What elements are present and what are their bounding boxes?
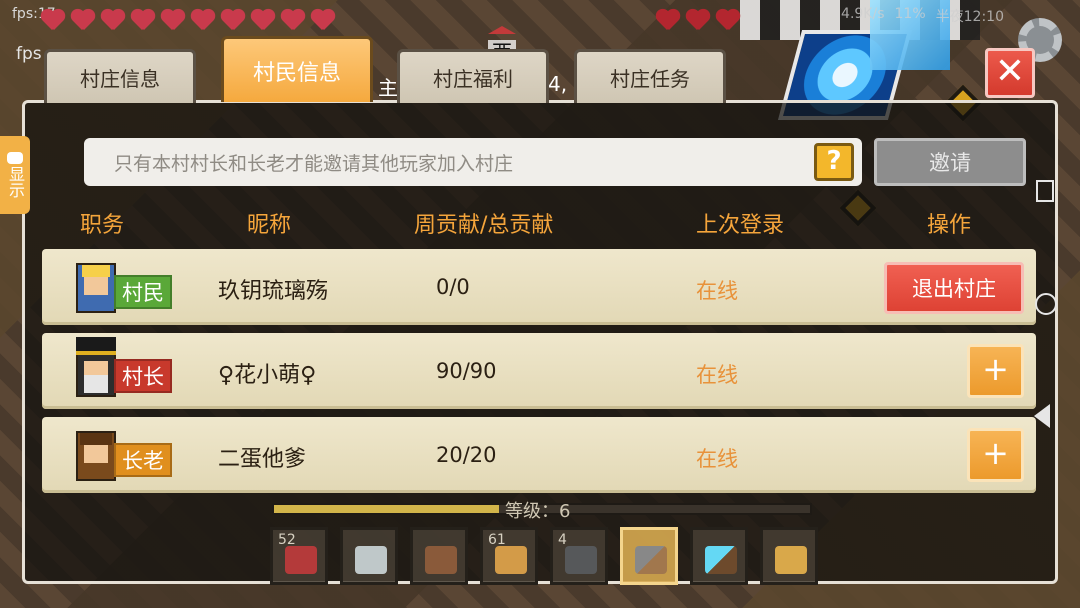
potato-icon <box>495 546 527 574</box>
tab-villager-info[interactable]: 村民信息 <box>221 36 373 102</box>
column-header-last-login: 上次登录 <box>696 213 785 238</box>
invite-input[interactable]: 只有本村村长和长老才能邀请其他玩家加入村庄 <box>84 138 862 186</box>
map-icon <box>355 546 387 574</box>
hotbar-slot[interactable] <box>760 527 818 585</box>
close-button[interactable]: ✕ <box>985 48 1035 98</box>
role-badge: 村民 <box>114 275 172 309</box>
hotbar-slot[interactable] <box>340 527 398 585</box>
heart-icon <box>40 10 66 32</box>
heart-icon <box>280 10 306 32</box>
heart-icon <box>100 10 126 32</box>
chat-bubble-icon <box>7 152 23 164</box>
chief-avatar-icon <box>76 337 116 397</box>
heart-icon <box>220 10 246 32</box>
heart-icon <box>130 10 156 32</box>
battery-level: 11% <box>894 6 926 22</box>
home-icon[interactable] <box>1035 293 1057 315</box>
health-hearts <box>40 10 336 32</box>
diamond-pickaxe-icon <box>705 546 737 574</box>
invite-button[interactable]: 邀请 <box>874 138 1026 186</box>
member-status: 在线 <box>696 279 738 303</box>
pickaxe-icon <box>635 546 667 574</box>
heart-icon <box>190 10 216 32</box>
quit-village-button[interactable]: 退出村庄 <box>884 262 1024 314</box>
member-contribution: 90/90 <box>436 359 497 383</box>
hunger-meter <box>655 10 741 32</box>
member-status: 在线 <box>696 363 738 387</box>
role-badge: 长老 <box>114 443 172 477</box>
side-tab-label: 显示 <box>6 166 25 198</box>
member-row: 村民 玖钥琉璃殇 0/0 在线 退出村庄 <box>42 249 1036 325</box>
compass-marker-icon <box>488 26 516 34</box>
meat-icon <box>285 546 317 574</box>
slot-count: 4 <box>558 532 567 548</box>
heart-icon <box>310 10 336 32</box>
fps-label: fps <box>16 44 42 64</box>
member-row: 长老 二蛋他爹 20/20 在线 + <box>42 417 1036 493</box>
column-header-contribution: 周贡献/总贡献 <box>414 213 554 238</box>
background-chat-text: 主 <box>378 76 398 100</box>
hammer-icon <box>425 546 457 574</box>
member-name: 玖钥琉璃殇 <box>218 279 329 304</box>
heart-icon <box>70 10 96 32</box>
member-contribution: 0/0 <box>436 275 470 299</box>
member-name: ♀花小萌♀ <box>218 363 317 388</box>
food-icon <box>685 10 711 32</box>
experience-fill <box>274 505 500 513</box>
member-contribution: 20/20 <box>436 443 497 467</box>
member-row: 村长 ♀花小萌♀ 90/90 在线 + <box>42 333 1036 409</box>
column-header-role: 职务 <box>80 213 125 238</box>
member-name: 二蛋他爹 <box>218 447 307 472</box>
hotbar-slot[interactable]: 4 <box>550 527 608 585</box>
add-friend-button[interactable]: + <box>967 428 1024 482</box>
background-chat-text: 4, <box>548 72 568 96</box>
column-header-nickname: 昵称 <box>247 213 292 238</box>
add-friend-button[interactable]: + <box>967 344 1024 398</box>
tab-village-quest[interactable]: 村庄任务 <box>574 49 726 103</box>
tab-village-info[interactable]: 村庄信息 <box>44 49 196 103</box>
hotbar-slot[interactable]: 52 <box>270 527 328 585</box>
tab-village-welfare[interactable]: 村庄福利 <box>397 49 549 103</box>
column-header-action: 操作 <box>927 213 972 238</box>
network-speed: 4.9K/s <box>841 6 885 22</box>
elder-avatar-icon <box>76 431 116 481</box>
help-icon[interactable]: ? <box>814 143 854 181</box>
hotbar-slot[interactable] <box>410 527 468 585</box>
hotbar-slot[interactable] <box>690 527 748 585</box>
heart-icon <box>250 10 276 32</box>
role-badge: 村长 <box>114 359 172 393</box>
stone-block-icon <box>565 546 597 574</box>
side-show-tab[interactable]: 显示 <box>0 136 30 214</box>
heart-icon <box>160 10 186 32</box>
hotbar-slot[interactable]: 61 <box>480 527 538 585</box>
recent-apps-icon[interactable] <box>1036 180 1054 202</box>
hotbar-slot-selected[interactable] <box>620 527 678 585</box>
back-icon[interactable] <box>1034 404 1050 428</box>
level-label: 等级：6 <box>505 501 571 522</box>
member-status: 在线 <box>696 447 738 471</box>
backpack-icon <box>775 546 807 574</box>
villager-avatar-icon <box>76 263 116 313</box>
device-status-bar: 4.9K/s 11% 半夜12:10 <box>841 6 1004 26</box>
food-icon <box>715 10 741 32</box>
clock: 半夜12:10 <box>935 9 1004 25</box>
food-icon <box>655 10 681 32</box>
hotbar: 52 61 4 <box>270 527 818 585</box>
